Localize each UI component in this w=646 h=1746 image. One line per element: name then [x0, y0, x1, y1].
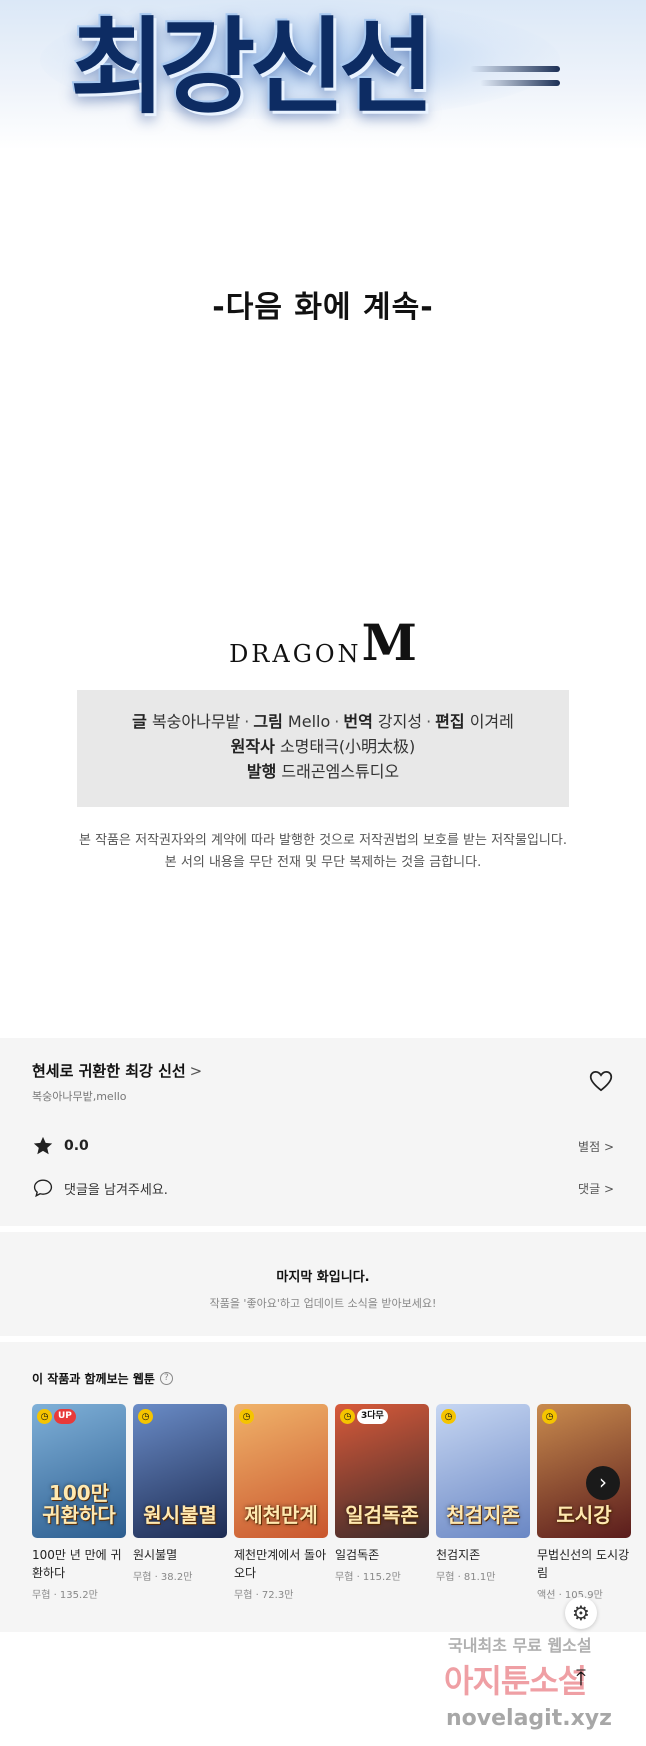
thumbnail-title-art: 원시불멸	[143, 1503, 217, 1527]
publish-value: 드래곤엠스튜디오	[281, 762, 400, 781]
thumbnail-badge: 3다무	[357, 1409, 388, 1424]
recommendation-meta: 무협 · 72.3만	[234, 1590, 294, 1601]
recommendations-panel: 이 작품과 함께보는 웹툰 ? ◷ UP 100만 귀환하다 100만 년 만에 귀환…	[0, 1342, 646, 1632]
credits-line-1: 글 복숭아나무밭 · 그림 Mello · 번역 강지성 · 편집 이겨레	[77, 709, 569, 734]
thumbnail-title-art: 100만 귀환하다	[42, 1481, 116, 1527]
recommendation-card[interactable]: ◷ 제천만계제천만계에서 돌아오다무협 · 72.3만	[234, 1404, 328, 1601]
chevron-right-icon: >	[189, 1062, 203, 1080]
work-info-panel: 현세로 귀환한 최강 신선 > 복숭아나무밭,mello 0.0 별점 > 댓글을…	[0, 1038, 646, 1226]
recommendation-thumbnail[interactable]: ◷ 도시강	[537, 1404, 631, 1538]
clock-icon: ◷	[239, 1409, 254, 1424]
rating-value: 0.0	[64, 1138, 89, 1154]
clock-icon: ◷	[138, 1409, 153, 1424]
art-value: Mello	[287, 712, 331, 731]
episode-banner-image: 최강신선	[0, 0, 646, 150]
star-icon	[33, 1136, 53, 1155]
recommendation-title[interactable]: 천검지존	[436, 1546, 530, 1564]
copyright-line: 본 작품은 저작권자와의 계약에 따라 발행한 것으로 저작권법의 보호를 받는…	[79, 833, 567, 848]
clock-icon: ◷	[37, 1409, 52, 1424]
publisher-logo: DRAGONM	[0, 618, 646, 669]
to-be-continued-text: -다음 화에 계속-	[212, 290, 434, 325]
copyright-notice: 본 작품은 저작권자와의 계약에 따라 발행한 것으로 저작권법의 보호를 받는…	[0, 830, 646, 874]
thumbnail-title-art: 제천만계	[244, 1503, 318, 1527]
credit-separator: ·	[426, 712, 432, 731]
recommendation-thumbnail[interactable]: ◷ 3다무일검독존	[335, 1404, 429, 1538]
editor-value: 이겨레	[469, 712, 514, 731]
thumbnail-title-art: 천검지존	[446, 1503, 520, 1527]
recommendation-thumbnail[interactable]: ◷ 원시불멸	[133, 1404, 227, 1538]
original-value: 소명태극(小明太极)	[279, 737, 416, 756]
credit-separator: ·	[334, 712, 340, 731]
comment-link[interactable]: 댓글 >	[578, 1180, 614, 1197]
recommendation-meta: 무협 · 115.2만	[335, 1572, 401, 1583]
heart-icon[interactable]	[588, 1068, 614, 1094]
rating-row: 0.0	[32, 1134, 89, 1158]
rating-link[interactable]: 별점 >	[578, 1138, 614, 1155]
scroll-to-top-icon[interactable]: ⤒	[565, 1663, 597, 1695]
recommendation-card[interactable]: ◷ 원시불멸 원시불멸 무협 · 38.2만	[133, 1404, 227, 1583]
original-label: 원작사	[230, 737, 275, 756]
series-logo: 최강신선	[70, 6, 435, 128]
recommendation-card[interactable]: ◷ 도시강 무법신선의 도시강림 액션 · 105.9만	[537, 1404, 631, 1601]
editor-label: 편집	[435, 712, 465, 731]
credit-separator: ·	[244, 712, 250, 731]
viewer-page: 최강신선 -다음 화에 계속- DRAGONM 글 복숭아나무밭 · 그림 Mell…	[0, 0, 646, 1746]
copyright-line: 본 서의 내용을 무단 전재 및 무단 복제하는 것을 금합니다.	[164, 855, 482, 870]
work-title-link[interactable]: 현세로 귀환한 최강 신선 >	[32, 1060, 202, 1081]
site-watermark: 국내최초 무료 웹소설 아지툰소설 novelagit.xyz	[444, 1630, 644, 1740]
speech-bubble-icon	[33, 1179, 53, 1198]
recommendation-title[interactable]: 무법신선의 도시강림	[537, 1546, 631, 1582]
translation-label: 번역	[343, 712, 373, 731]
recommendation-meta: 무협 · 81.1만	[436, 1572, 496, 1583]
work-title: 현세로 귀환한 최강 신선	[32, 1062, 186, 1080]
settings-gear-icon[interactable]: ⚙	[565, 1597, 597, 1629]
recommendation-title[interactable]: 100만 년 만에 귀환하다	[32, 1546, 126, 1582]
clock-icon: ◷	[340, 1409, 355, 1424]
publisher-logo-letter: M	[361, 613, 417, 672]
banner-streak	[480, 80, 560, 86]
recommendation-title[interactable]: 원시불멸	[133, 1546, 227, 1564]
recommendation-card[interactable]: ◷ UP 100만 귀환하다 100만 년 만에 귀환하다무협 · 135.2만	[32, 1404, 126, 1601]
publish-label: 발행	[246, 762, 277, 781]
recommendation-meta: 무협 · 135.2만	[32, 1590, 98, 1601]
recommendation-thumbnail[interactable]: ◷ UP 100만 귀환하다	[32, 1404, 126, 1538]
art-label: 그림	[253, 712, 283, 731]
comment-row[interactable]: 댓글을 남겨주세요.	[32, 1176, 168, 1200]
work-authors: 복숭아나무밭,mello	[32, 1090, 127, 1103]
writer-label: 글	[132, 712, 147, 731]
recommendations-title: 이 작품과 함께보는 웹툰	[32, 1372, 155, 1386]
last-episode-title: 마지막 화입니다.	[276, 1270, 370, 1285]
credits-line-2: 원작사 소명태극(小明太极)	[77, 734, 569, 759]
watermark-line: 국내최초 무료 웹소설	[448, 1636, 592, 1655]
recommendation-meta: 무협 · 38.2만	[133, 1572, 193, 1583]
clock-icon: ◷	[441, 1409, 456, 1424]
recommendation-thumbnail[interactable]: ◷ 천검지존	[436, 1404, 530, 1538]
last-episode-panel: 마지막 화입니다. 작품을 '좋아요'하고 업데이트 소식을 받아보세요!	[0, 1232, 646, 1336]
writer-value: 복숭아나무밭	[151, 712, 241, 731]
translation-value: 강지성	[377, 712, 423, 731]
recommendations-heading: 이 작품과 함께보는 웹툰 ?	[32, 1370, 173, 1387]
recommendation-thumbnail[interactable]: ◷ 제천만계	[234, 1404, 328, 1538]
credits-line-3: 발행 드래곤엠스튜디오	[77, 759, 569, 784]
recommendation-title[interactable]: 제천만계에서 돌아오다	[234, 1546, 328, 1582]
credits-box: 글 복숭아나무밭 · 그림 Mello · 번역 강지성 · 편집 이겨레 원작사 소명태극…	[77, 690, 569, 807]
recommendation-card[interactable]: ◷ 천검지존 천검지존 무협 · 81.1만	[436, 1404, 530, 1583]
banner-streak	[470, 66, 560, 72]
watermark-line: novelagit.xyz	[446, 1706, 612, 1731]
help-icon[interactable]: ?	[159, 1372, 173, 1385]
thumbnail-title-art: 일검독존	[345, 1503, 419, 1527]
recommendation-card[interactable]: ◷ 3다무 일검독존 일검독존 무협 · 115.2만	[335, 1404, 429, 1583]
thumbnail-badge: UP	[54, 1409, 76, 1424]
comment-placeholder: 댓글을 남겨주세요.	[64, 1182, 168, 1198]
publisher-logo-word: DRAGON	[229, 640, 362, 668]
recommendation-title[interactable]: 일검독존	[335, 1546, 429, 1564]
thumbnail-title-art: 도시강	[556, 1503, 612, 1527]
clock-icon: ◷	[542, 1409, 557, 1424]
carousel-next-button[interactable]: ›	[586, 1466, 620, 1500]
last-episode-subtitle: 작품을 '좋아요'하고 업데이트 소식을 받아보세요!	[209, 1297, 437, 1310]
